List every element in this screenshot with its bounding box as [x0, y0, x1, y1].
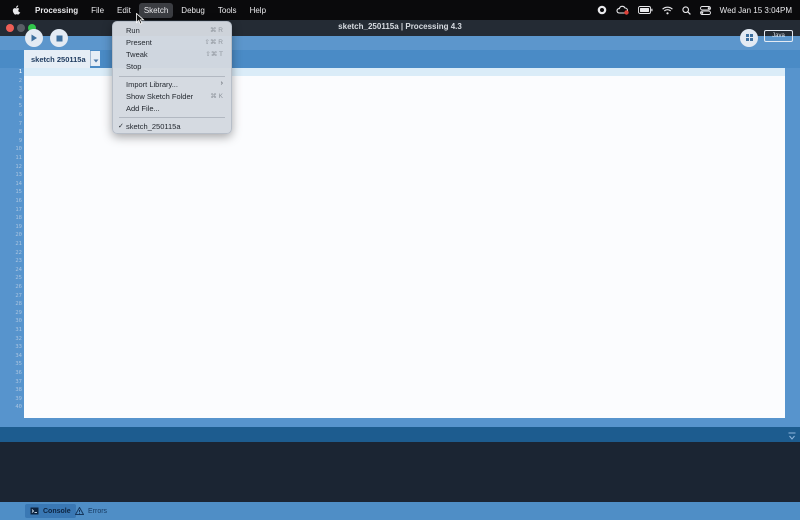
apple-icon[interactable] [11, 5, 21, 15]
line-number: 17 [15, 206, 22, 213]
warning-icon [75, 507, 84, 515]
menu-tools[interactable]: Tools [213, 3, 242, 18]
console-tab-label: Console [43, 507, 71, 515]
line-number: 2 [18, 77, 22, 84]
menu-separator [119, 76, 225, 77]
chevron-down-icon [93, 50, 99, 68]
control-center-icon[interactable] [699, 5, 711, 15]
menu-separator [119, 117, 225, 118]
line-number: 14 [15, 180, 22, 187]
line-number: 29 [15, 309, 22, 316]
line-number: 11 [15, 155, 22, 161]
menu-app-processing[interactable]: Processing [30, 3, 83, 18]
tweak-shortcut: ⇧⌘ T [205, 51, 223, 58]
menu-item-stop[interactable]: Stop [113, 61, 231, 73]
menu-item-run[interactable]: Run ⌘ R [113, 25, 231, 37]
line-number: 4 [18, 94, 22, 101]
line-number: 22 [15, 249, 22, 256]
line-number: 31 [15, 327, 22, 333]
line-number: 7 [18, 120, 22, 127]
console-tab[interactable]: Console [25, 504, 76, 518]
line-number: 26 [15, 284, 22, 290]
menu-item-import-library[interactable]: Import Library... › [113, 79, 231, 91]
status-area: Wed Jan 15 3:04PM [588, 0, 800, 20]
line-number: 10 [15, 146, 22, 153]
line-number: 19 [15, 223, 22, 230]
menu-item-tweak[interactable]: Tweak ⇧⌘ T [113, 49, 231, 61]
line-number: 20 [15, 232, 22, 239]
line-number: 5 [18, 103, 22, 110]
console-tab-bar: Console Errors [0, 502, 800, 520]
debug-icon [745, 29, 754, 47]
menu-help[interactable]: Help [245, 3, 271, 18]
wifi-icon[interactable] [661, 6, 673, 15]
editor-scrollbar[interactable] [785, 68, 800, 418]
chevron-right-icon: › [220, 80, 223, 87]
line-number: 32 [15, 335, 22, 342]
menu-item-sketch-250115a[interactable]: ✓ sketch_250115a [113, 121, 231, 133]
terminal-icon [30, 507, 39, 515]
line-number: 1 [18, 69, 22, 75]
cloud-sync-icon[interactable] [616, 5, 629, 15]
line-number: 15 [15, 189, 22, 196]
line-number: 38 [15, 387, 22, 394]
spotlight-search-icon[interactable] [682, 5, 691, 15]
line-number: 16 [15, 198, 22, 204]
menu-item-show-sketch-folder[interactable]: Show Sketch Folder ⌘ K [113, 91, 231, 103]
line-number: 35 [15, 361, 22, 368]
checkmark-icon: ✓ [118, 123, 124, 130]
line-number: 8 [18, 129, 22, 136]
line-number: 34 [15, 352, 22, 359]
console-divider[interactable] [0, 427, 800, 442]
line-number: 33 [15, 344, 22, 351]
stop-icon [56, 29, 63, 47]
present-shortcut: ⇧⌘ R [204, 39, 223, 46]
record-icon[interactable] [597, 5, 607, 15]
line-number: 39 [15, 395, 22, 402]
line-number: 3 [18, 86, 22, 93]
run-button[interactable] [25, 29, 43, 47]
debug-button[interactable] [740, 29, 758, 47]
run-shortcut: ⌘ R [210, 27, 223, 34]
collapse-console-icon[interactable] [788, 429, 796, 440]
menu-bar: Processing File Edit Sketch Debug Tools … [0, 0, 800, 20]
line-number: 9 [18, 137, 22, 144]
line-number: 21 [15, 241, 22, 247]
menu-item-add-file[interactable]: Add File... [113, 103, 231, 115]
tab-menu-button[interactable] [90, 51, 100, 66]
errors-tab-label: Errors [88, 507, 108, 515]
mouse-pointer-icon [136, 12, 145, 25]
battery-icon[interactable] [637, 6, 653, 14]
line-number: 27 [15, 292, 22, 299]
line-number-gutter: 1 2 3 4 5 6 7 8 9 10 11 12 13 14 15 16 17 18 19 20 21 22 23 24 2… [0, 68, 24, 418]
menu-item-present[interactable]: Present ⇧⌘ R [113, 37, 231, 49]
play-icon [30, 29, 38, 47]
editor-bottom-margin [0, 418, 800, 427]
line-number: 12 [15, 163, 22, 170]
line-number: 36 [15, 370, 22, 376]
show-folder-shortcut: ⌘ K [210, 93, 223, 100]
menu-file[interactable]: File [86, 3, 109, 18]
line-number: 13 [15, 172, 22, 179]
line-number: 40 [15, 404, 22, 411]
mode-selector[interactable]: Java [764, 30, 793, 42]
line-number: 28 [15, 301, 22, 308]
sketch-tab[interactable]: sketch 250115a [24, 50, 90, 68]
line-number: 24 [15, 266, 22, 273]
line-number: 18 [15, 215, 22, 222]
line-number: 6 [18, 112, 22, 118]
stop-button[interactable] [50, 29, 68, 47]
menu-edit[interactable]: Edit [112, 3, 136, 18]
console-output[interactable] [0, 442, 800, 502]
line-number: 30 [15, 318, 22, 325]
sketch-menu-dropdown: Run ⌘ R Present ⇧⌘ R Tweak ⇧⌘ T Stop Imp… [112, 21, 232, 134]
menu-debug[interactable]: Debug [176, 3, 210, 18]
line-number: 25 [15, 275, 22, 282]
errors-tab[interactable]: Errors [70, 504, 112, 518]
menubar-clock[interactable]: Wed Jan 15 3:04PM [720, 6, 792, 15]
screen: Processing File Edit Sketch Debug Tools … [0, 0, 800, 520]
line-number: 23 [15, 258, 22, 265]
line-number: 37 [15, 378, 22, 385]
